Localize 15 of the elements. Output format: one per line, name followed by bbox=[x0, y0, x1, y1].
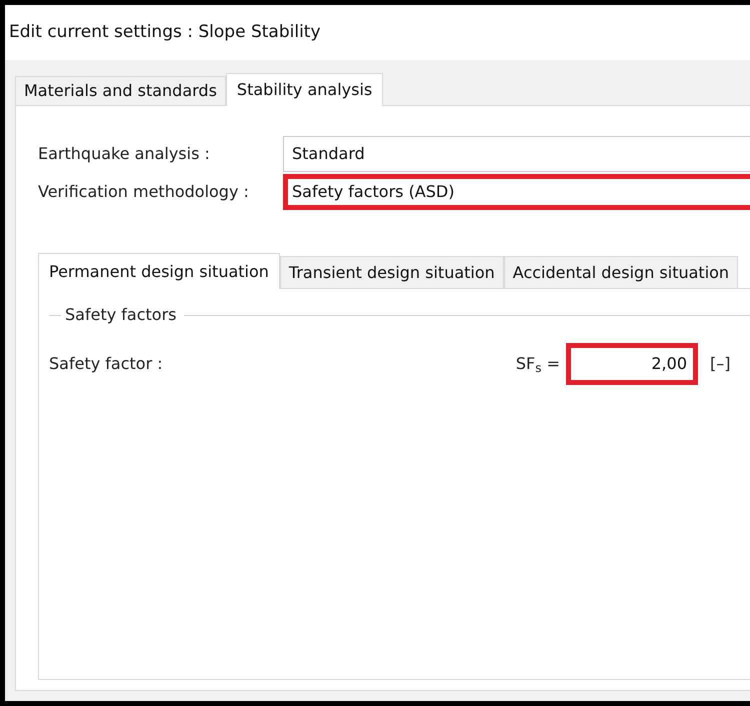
input-field[interactable]: Safety factors (ASD) bbox=[283, 174, 750, 210]
field-label: Verification methodology : bbox=[38, 181, 250, 203]
tab[interactable]: Permanent design situation bbox=[38, 253, 280, 289]
tab[interactable]: Transient design situation bbox=[280, 256, 504, 288]
tab[interactable]: Materials and standards bbox=[15, 76, 226, 105]
tab[interactable]: Stability analysis bbox=[226, 73, 384, 106]
tab[interactable]: Accidental design situation bbox=[504, 256, 738, 288]
field-label: Earthquake analysis : bbox=[38, 143, 211, 165]
input-field[interactable]: 2,00 bbox=[566, 343, 698, 385]
field-label: Safety factor : bbox=[49, 353, 163, 375]
symbol-label: SF$_{s}$ = bbox=[516, 353, 560, 376]
unit-label: [–] bbox=[710, 353, 732, 375]
input-field[interactable]: Standard bbox=[283, 136, 750, 172]
window-title: Edit current settings : Slope Stability bbox=[9, 20, 321, 44]
group-title: Safety factors bbox=[65, 304, 176, 326]
